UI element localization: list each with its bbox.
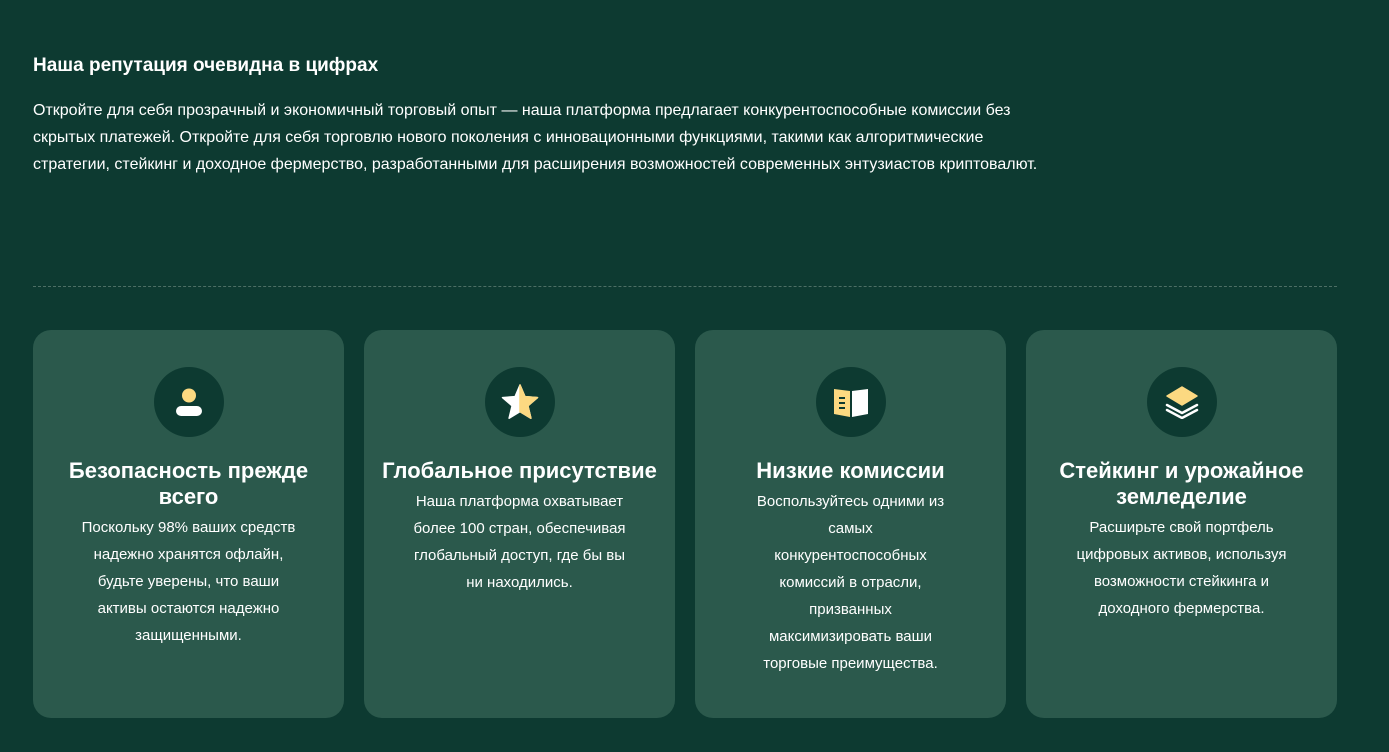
card-text: Поскольку 98% ваших средств надежно хран…: [81, 519, 296, 644]
feature-cards: Безопасность прежде всего Поскольку 98% …: [33, 330, 1337, 718]
card-title: Стейкинг и урожайное земледелие: [1059, 458, 1304, 509]
user-icon: [153, 367, 224, 437]
section-description: Откройте для себя прозрачный и экономичн…: [33, 102, 1038, 173]
card-text: Расширьте свой портфель цифровых активов…: [1076, 519, 1287, 617]
book-icon: [815, 367, 886, 437]
card-title: Безопасность прежде всего: [68, 458, 309, 509]
feature-card-security: Безопасность прежде всего Поскольку 98% …: [33, 330, 344, 718]
section-title: Наша репутация очевидна в цифрах: [33, 55, 379, 76]
layers-icon: [1146, 367, 1217, 437]
star-icon: [484, 367, 555, 437]
feature-card-staking: Стейкинг и урожайное земледелие Расширьт…: [1026, 330, 1337, 718]
card-text: Наша платформа охватывает более 100 стра…: [413, 493, 626, 591]
feature-card-global: Глобальное присутствие Наша платформа ох…: [364, 330, 675, 718]
dashed-divider: [33, 286, 1337, 287]
card-text: Воспользуйтесь одними из самых конкурент…: [756, 493, 945, 672]
card-title: Низкие комиссии: [756, 458, 945, 483]
feature-card-fees: Низкие комиссии Воспользуйтесь одними из…: [695, 330, 1006, 718]
card-title: Глобальное присутствие: [382, 458, 657, 483]
